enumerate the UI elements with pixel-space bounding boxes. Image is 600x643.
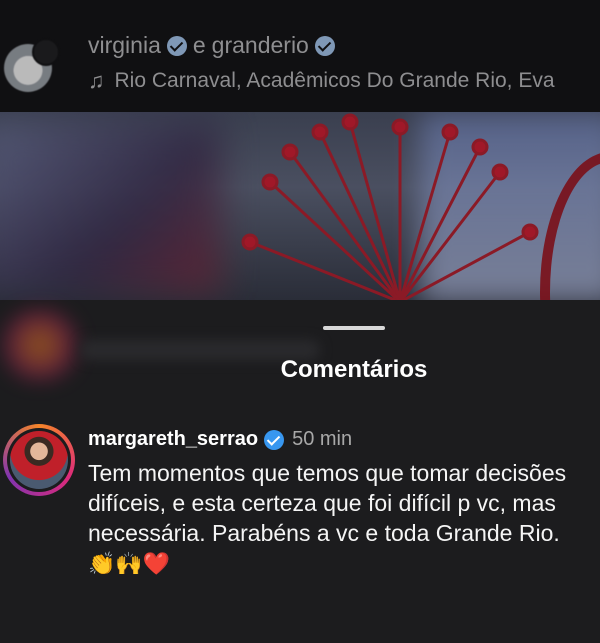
post-authors: virginia e granderio <box>88 32 335 59</box>
collab-avatar <box>32 38 60 66</box>
post-header: virginia e granderio ♫ Rio Carnaval, Aca… <box>0 0 600 112</box>
post-media[interactable] <box>0 112 600 300</box>
avatar-photo <box>10 431 68 489</box>
author-username[interactable]: virginia <box>88 32 161 59</box>
sheet-title: Comentários <box>280 356 428 383</box>
emoji-reactions: 👏🙌❤️ <box>88 551 171 576</box>
comment-header: margareth_serrao 50 min <box>88 428 352 451</box>
audio-row[interactable]: ♫ Rio Carnaval, Acadêmicos Do Grande Rio… <box>88 68 600 94</box>
comment-body: Tem momentos que temos que tomar decisõe… <box>88 458 593 579</box>
commenter-avatar[interactable] <box>3 424 75 496</box>
comment-text: Tem momentos que temos que tomar decisõe… <box>88 460 567 546</box>
connector-text: e <box>192 32 206 58</box>
red-ornament-image <box>241 113 539 300</box>
account-avatar[interactable] <box>4 38 60 92</box>
music-note-icon: ♫ <box>88 68 105 93</box>
verified-badge-icon <box>264 429 285 450</box>
audio-title: Rio Carnaval, Acadêmicos Do Grande Rio, … <box>114 69 555 92</box>
comment-time: 50 min <box>292 428 353 450</box>
collab-username[interactable]: granderio <box>212 32 309 59</box>
commenter-username[interactable]: margareth_serrao <box>88 428 258 451</box>
verified-badge-icon <box>314 35 335 56</box>
drag-handle[interactable] <box>323 326 385 330</box>
verified-badge-icon <box>166 35 187 56</box>
